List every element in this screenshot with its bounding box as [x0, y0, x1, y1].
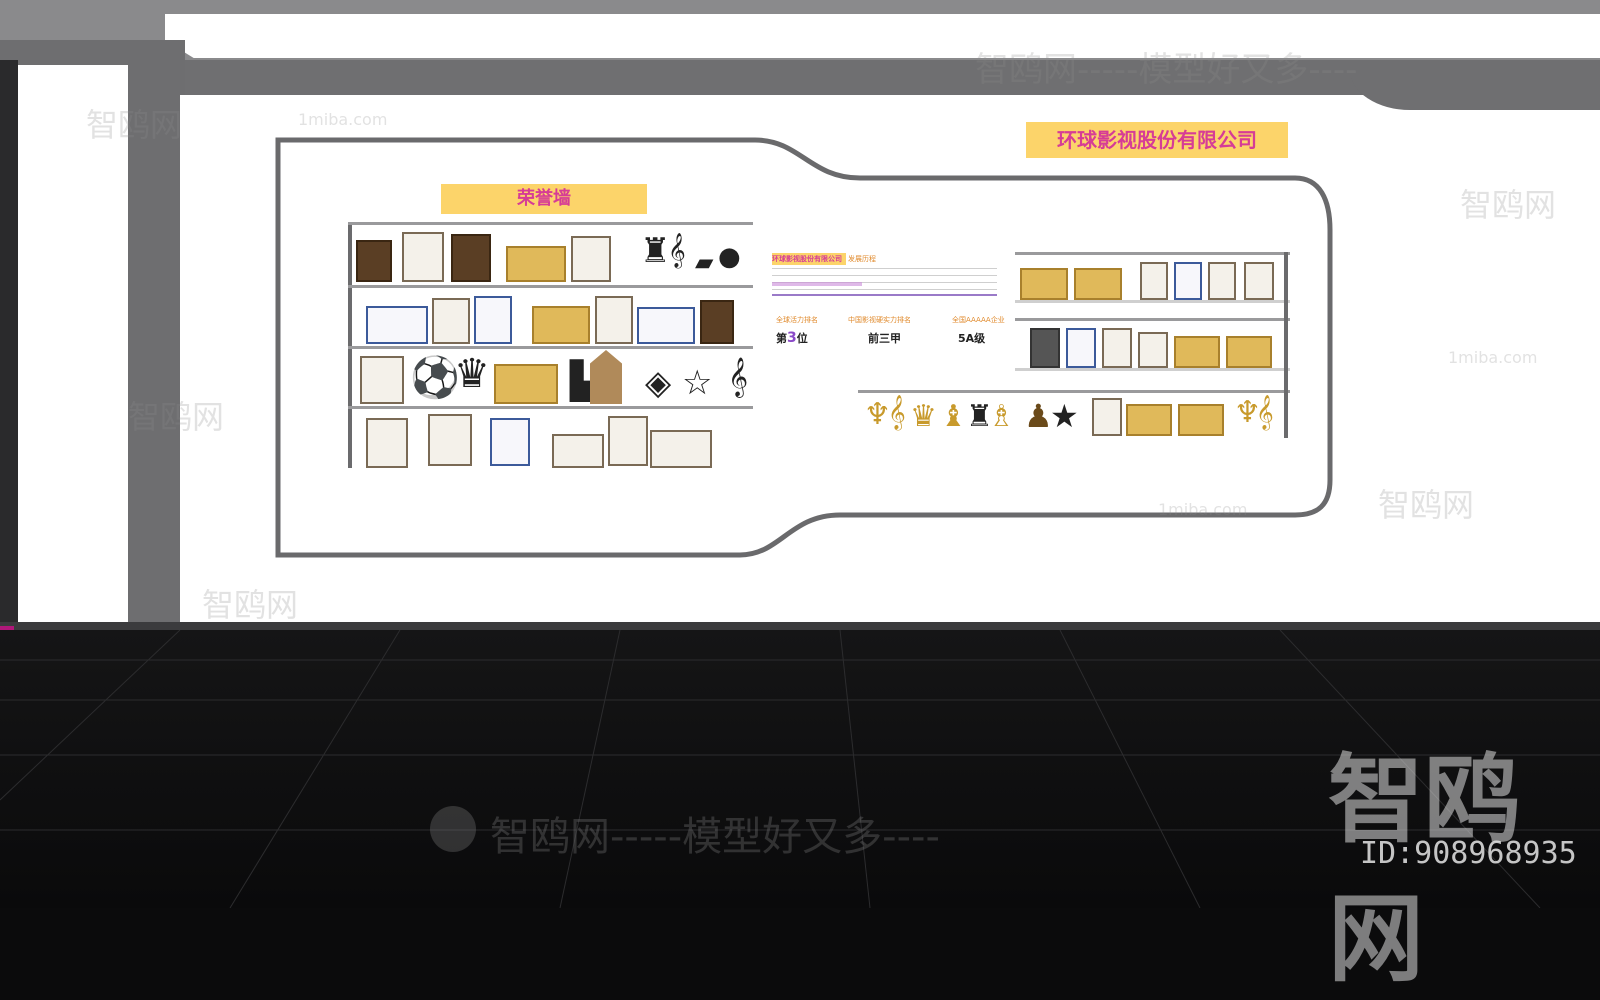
certificate-frame	[474, 296, 512, 344]
watermark-main: 智鸥网	[128, 398, 225, 436]
certificate-frame	[428, 414, 472, 466]
gold-cup-icon: ♝	[940, 399, 967, 434]
trophy-icon: ♜	[640, 231, 671, 271]
certificate-frame	[1020, 268, 1068, 300]
certificate-frame	[366, 418, 408, 468]
certificate-frame	[432, 298, 470, 344]
shelf-side	[348, 222, 352, 468]
shelf	[1015, 252, 1290, 255]
shelf	[348, 222, 753, 225]
stat-value-5a: 5A级	[958, 332, 986, 345]
certificate-frame	[595, 296, 633, 344]
stat-label: 全国AAAAA企业	[952, 316, 1005, 324]
shelf-side	[1284, 252, 1288, 438]
certificate-frame	[1030, 328, 1060, 368]
certificate-frame	[360, 356, 404, 404]
bird-logo-icon	[430, 806, 476, 852]
gold-cup-icon: ♛	[910, 399, 937, 434]
certificate-frame	[1092, 398, 1122, 436]
certificate-frame	[451, 234, 491, 282]
shelf	[1015, 300, 1290, 303]
shelf	[858, 390, 1290, 393]
certificate-frame	[1244, 262, 1274, 300]
certificate-frame	[494, 364, 558, 404]
shelf	[348, 285, 753, 288]
certificate-frame	[402, 232, 444, 282]
certificate-frame	[1174, 336, 1220, 368]
certificate-frame	[1178, 404, 1224, 436]
music-note-trophy-icon: 𝄞	[888, 395, 906, 430]
certificate-frame	[608, 416, 648, 466]
watermark-main: 智鸥网	[1378, 486, 1475, 524]
music-note-icon: 𝄞	[668, 233, 686, 268]
diamond-trophy-icon: ◈	[645, 363, 672, 403]
watermark-main: 智鸥网	[1460, 186, 1557, 224]
intro-separator	[772, 294, 997, 296]
watermark-site: 1miba.com	[1448, 348, 1538, 367]
intro-paragraph	[772, 268, 997, 292]
music-note-trophy-icon: 𝄞	[1256, 395, 1274, 430]
certificate-frame	[506, 246, 566, 282]
certificate-frame	[366, 306, 428, 344]
certificate-frame	[1138, 332, 1168, 368]
star-trophy-icon: ★	[1050, 397, 1079, 435]
certificate-frame	[650, 430, 712, 468]
certificate-frame	[1208, 262, 1236, 300]
certificate-frame	[1074, 268, 1122, 300]
stat-value-top3: 前三甲	[868, 332, 901, 345]
stat-prefix: 第	[776, 332, 787, 345]
trophy-icon: ▰	[695, 248, 714, 276]
stat-value-rank: 第3位	[776, 330, 808, 346]
gold-trophy-icon: ♆	[864, 397, 891, 432]
honor-wall-title: 荣誉墙	[441, 184, 647, 214]
shelf	[348, 346, 753, 349]
intro-heading-suffix: 发展历程	[848, 255, 876, 263]
watermark-site: 1miba.com	[1158, 500, 1248, 519]
certificate-frame	[552, 434, 604, 468]
stat-number: 3	[787, 330, 797, 346]
watermark-main: 智鸥网	[202, 586, 299, 624]
certificate-frame	[1226, 336, 1272, 368]
shelf	[348, 406, 753, 409]
music-note-icon: 𝄞	[728, 357, 749, 397]
certificate-frame	[1102, 328, 1132, 368]
certificate-frame	[532, 306, 590, 344]
certificate-frame	[571, 236, 611, 282]
certificate-frame	[1066, 328, 1096, 368]
certificate-frame	[1126, 404, 1172, 436]
certificate-frame	[356, 240, 392, 282]
gold-trophy-icon: ♗	[988, 399, 1015, 434]
globe-trophy-icon: ♟	[1024, 397, 1053, 435]
watermark-main: 智鸥网	[86, 106, 183, 144]
watermark-id: ID:908968935	[1360, 836, 1577, 871]
certificate-frame	[1140, 262, 1168, 300]
intro-highlight	[772, 282, 862, 286]
shelf	[1015, 368, 1290, 371]
certificate-frame	[490, 418, 530, 466]
certificate-frame	[700, 300, 734, 344]
stat-label: 全球活力排名	[776, 316, 818, 324]
football-icon: ⚽	[410, 355, 460, 401]
star-trophy-icon: ☆	[682, 363, 713, 403]
watermark-slogan: 智鸥网-----模型好又多----	[975, 50, 1358, 90]
globe-trophy-icon: ●	[718, 242, 741, 272]
company-title: 环球影视股份有限公司	[1026, 122, 1288, 158]
stat-label: 中国影视硬实力排名	[848, 316, 911, 324]
cup-trophy-icon: ♛	[454, 351, 490, 397]
watermark-slogan-bottom: 智鸥网-----模型好又多----	[490, 814, 940, 860]
certificate-frame	[637, 307, 695, 344]
certificate-frame	[1174, 262, 1202, 300]
watermark-site: 1miba.com	[298, 110, 388, 129]
intro-company-label: 环球影视股份有限公司	[772, 253, 846, 265]
stat-suffix: 位	[796, 332, 808, 345]
shelf	[1015, 318, 1290, 321]
